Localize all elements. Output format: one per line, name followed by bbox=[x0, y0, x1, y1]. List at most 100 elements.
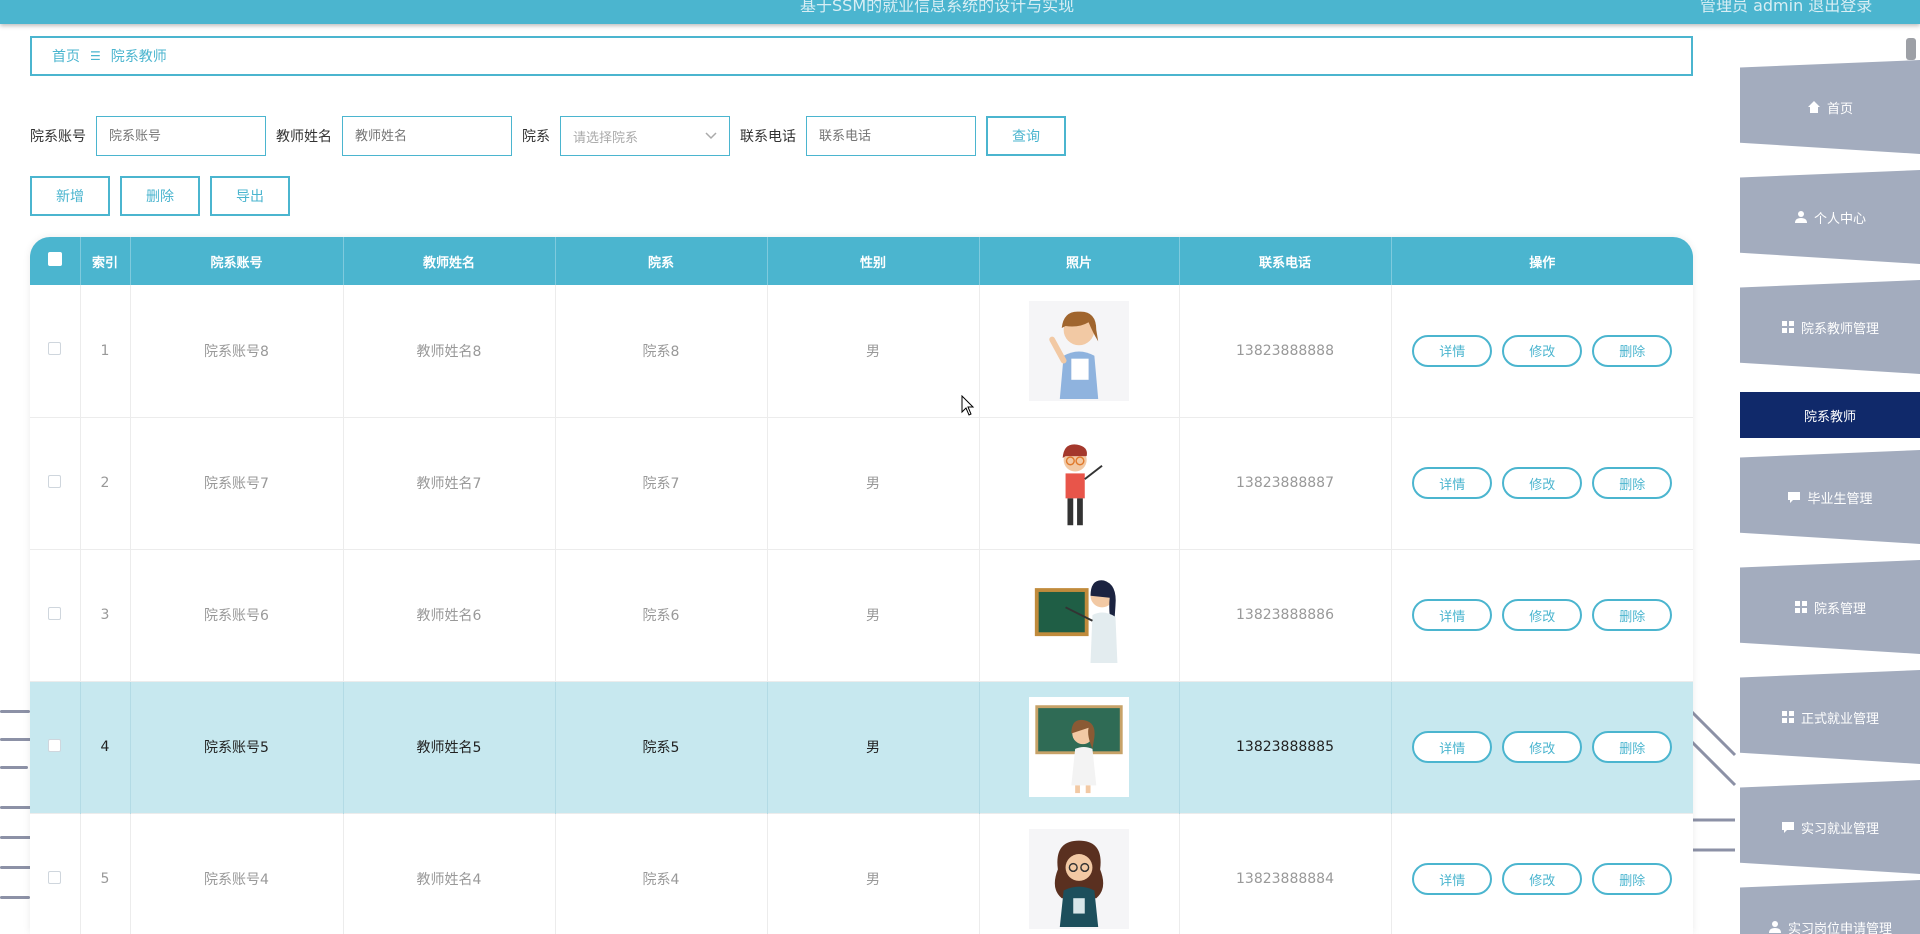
sidebar-item-internship-employment[interactable]: 实习就业管理 bbox=[1740, 780, 1920, 874]
row-checkbox[interactable] bbox=[48, 474, 62, 488]
delete-button[interactable]: 删除 bbox=[1592, 467, 1673, 499]
top-header: 基于SSM的就业信息系统的设计与实现 管理员 admin 退出登录 bbox=[0, 0, 1920, 24]
add-button[interactable]: 新增 bbox=[30, 176, 110, 216]
row-checkbox[interactable] bbox=[48, 342, 62, 356]
sidebar-item-label: 个人中心 bbox=[1813, 211, 1866, 227]
edit-button[interactable]: 修改 bbox=[1502, 863, 1583, 895]
row-checkbox[interactable] bbox=[48, 738, 62, 752]
phone-label: 联系电话 bbox=[740, 129, 796, 145]
cell-index: 2 bbox=[80, 417, 131, 549]
edit-button[interactable]: 修改 bbox=[1502, 467, 1583, 499]
edit-button[interactable]: 修改 bbox=[1502, 334, 1583, 367]
phone-input[interactable] bbox=[806, 116, 976, 156]
table-row[interactable]: 3 院系账号6 教师姓名6 院系6 男 13823888886 详情 修改 删除 bbox=[30, 549, 1693, 681]
chat-icon bbox=[1788, 492, 1801, 503]
table-header-row: 索引 院系账号 教师姓名 院系 性别 照片 联系电话 操作 bbox=[30, 237, 1693, 285]
cell-account: 院系账号5 bbox=[130, 681, 344, 813]
breadcrumb-current: 院系教师 bbox=[110, 49, 167, 65]
grid-icon bbox=[1781, 321, 1794, 333]
detail-button[interactable]: 详情 bbox=[1412, 467, 1493, 499]
header-photo: 照片 bbox=[979, 237, 1180, 285]
sidebar-item-formal-employment[interactable]: 正式就业管理 bbox=[1740, 670, 1920, 764]
teacher-photo bbox=[1029, 565, 1129, 665]
cell-phone: 13823888884 bbox=[1179, 813, 1392, 934]
account-input[interactable] bbox=[96, 116, 266, 156]
batch-delete-button[interactable]: 删除 bbox=[120, 176, 200, 216]
sidebar-item-label: 首页 bbox=[1826, 101, 1853, 117]
detail-button[interactable]: 详情 bbox=[1412, 731, 1493, 763]
select-all-checkbox[interactable] bbox=[47, 252, 62, 266]
row-checkbox[interactable] bbox=[48, 606, 62, 620]
query-button[interactable]: 查询 bbox=[986, 116, 1066, 156]
table-row[interactable]: 5 院系账号4 教师姓名4 院系4 男 13823888884 详情 修改 删除 bbox=[30, 813, 1693, 934]
sidebar-item-label: 院系教师管理 bbox=[1800, 321, 1879, 337]
sidebar-item-label: 毕业生管理 bbox=[1807, 491, 1873, 507]
user-icon bbox=[1794, 211, 1807, 223]
cell-account: 院系账号8 bbox=[130, 285, 344, 417]
breadcrumb-separator-icon: ☰ bbox=[90, 49, 101, 63]
row-checkbox[interactable] bbox=[48, 870, 62, 884]
delete-button[interactable]: 删除 bbox=[1592, 863, 1673, 895]
edit-button[interactable]: 修改 bbox=[1502, 599, 1583, 631]
sidebar-item-label: 正式就业管理 bbox=[1800, 711, 1879, 727]
action-toolbar: 新增 删除 导出 bbox=[30, 176, 290, 216]
cell-account: 院系账号4 bbox=[130, 813, 344, 934]
delete-button[interactable]: 删除 bbox=[1592, 334, 1673, 367]
delete-button[interactable]: 删除 bbox=[1592, 599, 1673, 631]
cell-gender: 男 bbox=[767, 285, 980, 417]
cell-name: 教师姓名8 bbox=[343, 285, 556, 417]
sidebar-item-label: 实习岗位申请管理 bbox=[1787, 921, 1892, 934]
table-row[interactable]: 4 院系账号5 教师姓名5 院系5 男 13823888885 详情 修改 删除 bbox=[30, 681, 1693, 813]
sidebar-item-graduate-management[interactable]: 毕业生管理 bbox=[1740, 450, 1920, 544]
detail-button[interactable]: 详情 bbox=[1412, 334, 1493, 367]
sidebar-subitem-teachers[interactable]: 院系教师 bbox=[1740, 392, 1920, 438]
header-gender: 性别 bbox=[767, 237, 980, 285]
cell-name: 教师姓名5 bbox=[343, 681, 556, 813]
detail-button[interactable]: 详情 bbox=[1412, 599, 1493, 631]
cell-index: 3 bbox=[80, 549, 131, 681]
chevron-down-icon bbox=[705, 132, 717, 140]
dept-select[interactable]: 请选择院系 bbox=[560, 116, 730, 156]
cell-dept: 院系6 bbox=[555, 549, 768, 681]
header-dept: 院系 bbox=[555, 237, 768, 285]
header-name: 教师姓名 bbox=[343, 237, 556, 285]
sidebar-item-internship-application[interactable]: 实习岗位申请管理 bbox=[1740, 880, 1920, 934]
sidebar-item-profile[interactable]: 个人中心 bbox=[1740, 170, 1920, 264]
sidebar-item-dept-management[interactable]: 院系管理 bbox=[1740, 560, 1920, 654]
cell-account: 院系账号6 bbox=[130, 549, 344, 681]
select-all-cell[interactable] bbox=[30, 237, 81, 285]
sidebar-item-label: 院系教师 bbox=[1803, 409, 1856, 425]
table-row[interactable]: 1 院系账号8 教师姓名8 院系8 男 13823888888 详情 修改 删除 bbox=[30, 285, 1693, 417]
breadcrumb-home[interactable]: 首页 bbox=[52, 46, 80, 66]
account-label: 院系账号 bbox=[30, 129, 86, 145]
header-actions: 操作 bbox=[1529, 255, 1556, 271]
teacher-photo bbox=[1029, 433, 1129, 533]
header-account: 院系账号 bbox=[130, 237, 344, 285]
teacher-photo bbox=[1029, 829, 1129, 929]
header-phone: 联系电话 bbox=[1179, 237, 1392, 285]
teacher-table: 索引 院系账号 教师姓名 院系 性别 照片 联系电话 操作 1 院系账号8 教师… bbox=[30, 237, 1693, 934]
delete-button[interactable]: 删除 bbox=[1592, 731, 1673, 763]
dept-label: 院系 bbox=[522, 129, 550, 145]
cell-name: 教师姓名4 bbox=[343, 813, 556, 934]
home-icon bbox=[1807, 101, 1820, 113]
name-label: 教师姓名 bbox=[276, 129, 332, 145]
name-input[interactable] bbox=[342, 116, 512, 156]
sidebar-item-teacher-management[interactable]: 院系教师管理 bbox=[1740, 280, 1920, 374]
edit-button[interactable]: 修改 bbox=[1502, 731, 1583, 763]
detail-button[interactable]: 详情 bbox=[1412, 863, 1493, 895]
chat-icon bbox=[1781, 822, 1794, 833]
cell-gender: 男 bbox=[767, 813, 980, 934]
user-icon bbox=[1768, 921, 1781, 933]
grid-icon bbox=[1781, 711, 1794, 723]
sidebar-item-home[interactable]: 首页 bbox=[1740, 60, 1920, 154]
user-info[interactable]: 管理员 admin 退出登录 bbox=[1700, 0, 1872, 16]
cell-index: 4 bbox=[80, 681, 131, 813]
export-button[interactable]: 导出 bbox=[210, 176, 290, 216]
scrollbar-thumb[interactable] bbox=[1906, 38, 1916, 60]
cell-gender: 男 bbox=[767, 681, 980, 813]
table-row[interactable]: 2 院系账号7 教师姓名7 院系7 男 13823888887 详情 修改 删除 bbox=[30, 417, 1693, 549]
background-decoration-right bbox=[1690, 708, 1737, 852]
sidebar-nav: 首页 个人中心 院系教师管理 院系教师 毕业生管理 院系管理 正式就业管理 实习… bbox=[1740, 50, 1920, 934]
cell-phone: 13823888887 bbox=[1179, 417, 1392, 549]
